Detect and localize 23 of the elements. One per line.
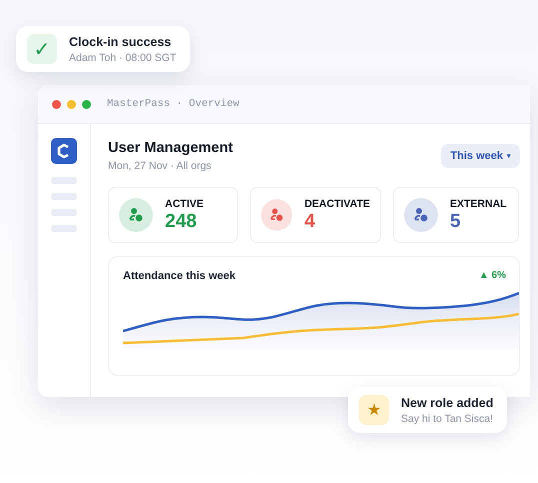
check-icon: ✓ xyxy=(27,34,57,64)
stat-value: 248 xyxy=(165,210,198,232)
logo-icon[interactable] xyxy=(51,138,77,164)
trend-label: ▲ 6% xyxy=(478,270,506,282)
toast-title: New role added xyxy=(401,396,494,410)
toast-subtitle: Say hi to Tan Sisca! xyxy=(401,412,494,424)
minimize-button[interactable] xyxy=(67,100,76,108)
stat-value: 5 xyxy=(450,210,462,232)
stat-label: EXTERNAL xyxy=(450,198,507,210)
stat-label: ACTIVE xyxy=(165,198,204,210)
page-title: User Management xyxy=(108,140,233,156)
maximize-button[interactable] xyxy=(82,100,91,108)
window-title: MasterPass · Overview xyxy=(107,98,240,110)
page-subtitle: Mon, 27 Nov · All orgs xyxy=(108,160,212,172)
user-icon xyxy=(261,198,292,232)
close-button[interactable] xyxy=(52,100,61,108)
user-icon xyxy=(119,198,153,232)
toast-title: Clock-in success xyxy=(69,34,172,48)
stat-value: 4 xyxy=(304,210,316,232)
toast-subtitle: Adam Toh · 08:00 SGT xyxy=(69,52,176,64)
user-icon xyxy=(404,198,438,232)
chart-title: Attendance this week xyxy=(123,270,236,282)
stat-label: DEACTIVATE xyxy=(304,198,370,210)
